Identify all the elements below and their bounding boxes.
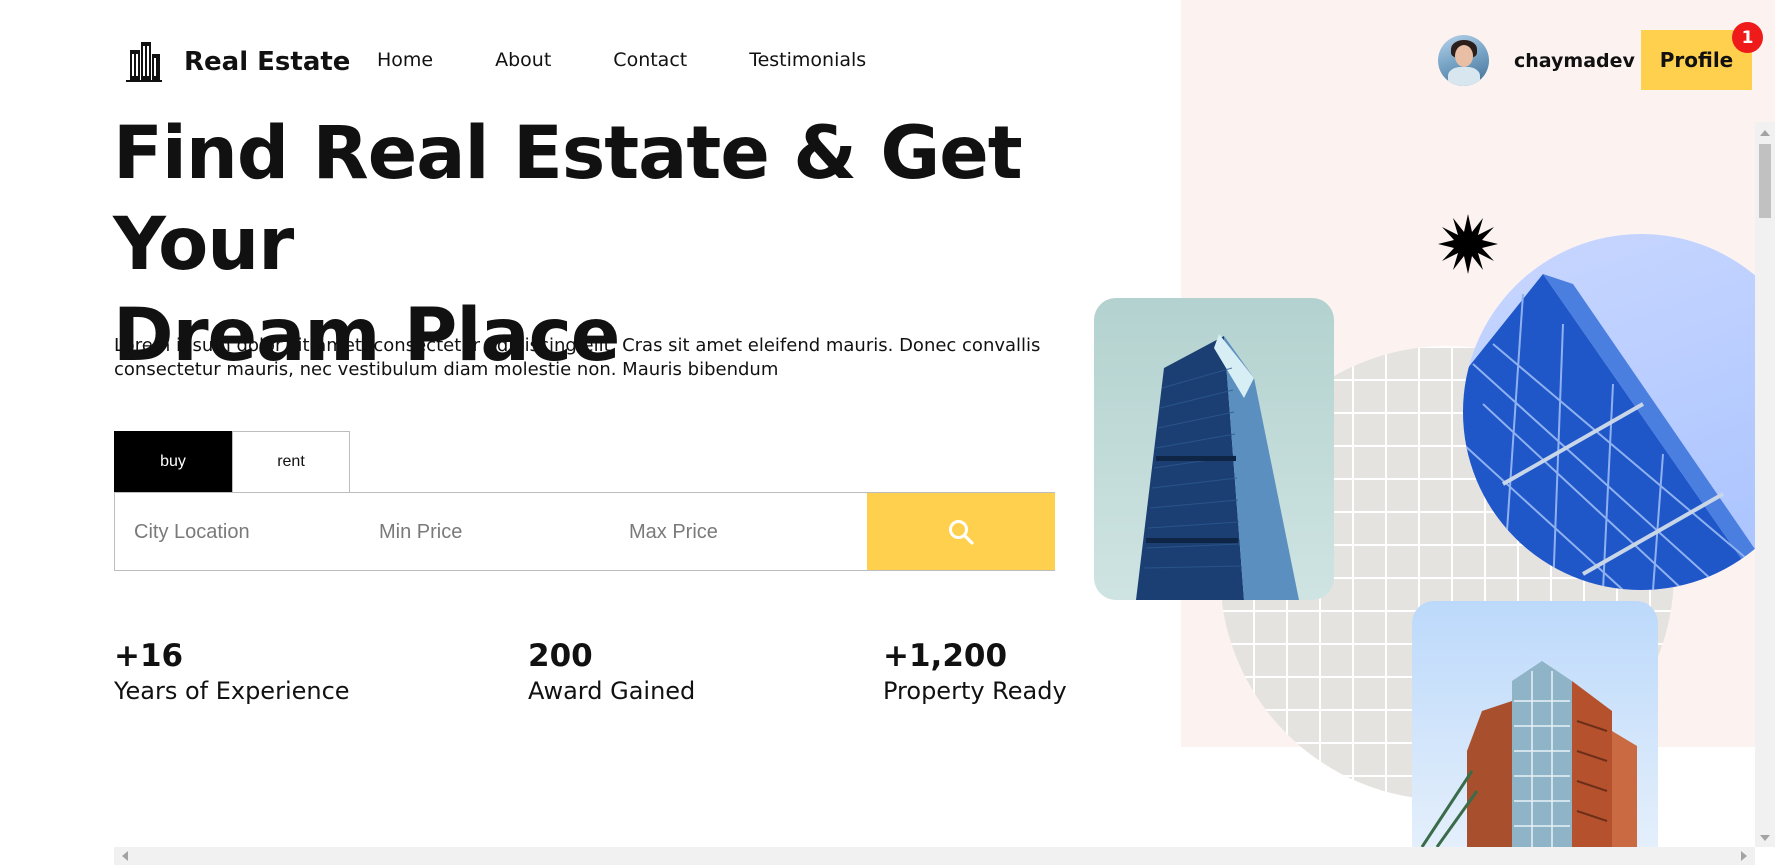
title-line-1: Find Real Estate & Get Your (113, 111, 1023, 287)
scroll-left-arrow-icon[interactable] (122, 851, 128, 861)
scroll-down-arrow-icon[interactable] (1760, 835, 1770, 841)
stat-experience: +16 Years of Experience (114, 637, 350, 707)
stat-awards: 200 Award Gained (528, 637, 695, 707)
avatar-face (1455, 45, 1473, 67)
tab-buy[interactable]: buy (114, 431, 232, 492)
search-tabs: buy rent (114, 431, 350, 492)
search-bar (114, 492, 1055, 571)
vertical-scroll-thumb[interactable] (1759, 144, 1771, 218)
username[interactable]: chaymadev (1514, 50, 1635, 72)
user-avatar[interactable] (1438, 35, 1489, 86)
scroll-up-arrow-icon[interactable] (1760, 130, 1770, 136)
stat-value: +16 (114, 638, 184, 674)
nav-contact[interactable]: Contact (613, 49, 687, 71)
tab-rent[interactable]: rent (232, 431, 350, 492)
stat-label: Property Ready (883, 677, 1067, 705)
nav-home[interactable]: Home (377, 49, 433, 71)
search-button[interactable] (867, 493, 1055, 570)
scroll-right-arrow-icon[interactable] (1741, 851, 1747, 861)
notification-badge: 1 (1732, 22, 1763, 53)
nav-testimonials[interactable]: Testimonials (749, 49, 866, 71)
city-location-input[interactable] (134, 513, 354, 551)
max-price-input[interactable] (629, 513, 859, 551)
brand-logo[interactable]: Real Estate (124, 40, 350, 84)
stat-label: Award Gained (528, 677, 696, 705)
avatar-shoulders (1448, 67, 1480, 86)
horizontal-scrollbar[interactable] (114, 847, 1755, 865)
hero-description: Lorem ipsum dolor sit amet, consectetur … (114, 335, 1041, 380)
starburst-icon (1438, 214, 1498, 274)
main-nav: Home About Contact Testimonials (377, 49, 928, 71)
search-icon (949, 519, 974, 545)
office-building-illustration (1420, 661, 1637, 847)
tower-photo (1094, 298, 1334, 600)
tower-illustration (1136, 334, 1299, 600)
vertical-scrollbar[interactable] (1755, 122, 1775, 847)
brand-name: Real Estate (184, 47, 351, 77)
stat-properties: +1,200 Property Ready (883, 637, 1067, 707)
stat-label: Years of Experience (114, 677, 350, 705)
stat-value: 200 (528, 638, 593, 674)
building-logo-icon (126, 42, 162, 82)
stat-value: +1,200 (883, 638, 1008, 674)
office-building-photo (1412, 601, 1658, 847)
nav-about[interactable]: About (495, 49, 551, 71)
min-price-input[interactable] (379, 513, 609, 551)
